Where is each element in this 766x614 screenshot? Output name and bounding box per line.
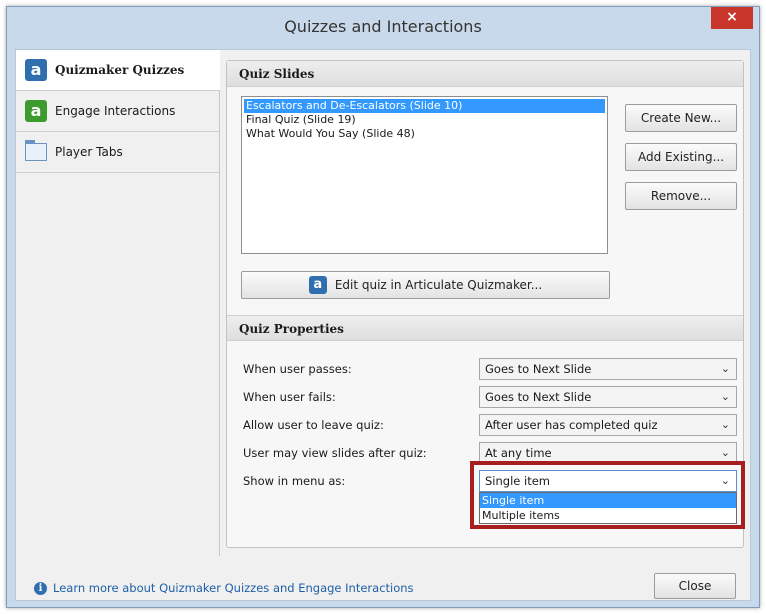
list-item[interactable]: Final Quiz (Slide 19) <box>244 113 605 127</box>
remove-button[interactable]: Remove... <box>625 182 737 210</box>
learn-more-text: Learn more about Quizmaker Quizzes and E… <box>53 581 414 595</box>
when-passes-select[interactable]: Goes to Next Slide ⌄ <box>479 358 737 380</box>
list-item[interactable]: What Would You Say (Slide 48) <box>244 127 605 141</box>
window-title: Quizzes and Interactions <box>284 17 482 36</box>
window-close-button[interactable]: × <box>711 7 753 29</box>
edit-button-label: Edit quiz in Articulate Quizmaker... <box>334 278 543 292</box>
sidebar: a Quizmaker Quizzes a Engage Interaction… <box>16 50 220 556</box>
when-fails-label: When user fails: <box>243 390 336 404</box>
chevron-down-icon: ⌄ <box>720 418 730 431</box>
quiz-slides-header: Quiz Slides <box>227 61 743 87</box>
main-panel: Quiz Slides Escalators and De-Escalators… <box>226 60 745 548</box>
select-value: Goes to Next Slide <box>485 362 592 376</box>
chevron-down-icon: ⌄ <box>720 446 730 459</box>
annotation-highlight-box <box>470 461 745 529</box>
add-existing-button[interactable]: Add Existing... <box>625 143 737 171</box>
sidebar-item-player-tabs[interactable]: Player Tabs <box>16 132 219 173</box>
list-item[interactable]: Escalators and De-Escalators (Slide 10) <box>244 99 605 113</box>
quizmaker-icon: a <box>308 276 327 294</box>
edit-in-quizmaker-button[interactable]: a Edit quiz in Articulate Quizmaker... <box>241 271 610 299</box>
chevron-down-icon: ⌄ <box>720 362 730 375</box>
title-bar: Quizzes and Interactions <box>7 7 759 47</box>
show-in-menu-label: Show in menu as: <box>243 474 346 488</box>
player-tabs-icon <box>25 140 47 161</box>
sidebar-item-label: Player Tabs <box>55 145 123 159</box>
learn-more-link[interactable]: i Learn more about Quizmaker Quizzes and… <box>34 581 414 595</box>
select-value: Goes to Next Slide <box>485 390 592 404</box>
quiz-properties-header: Quiz Properties <box>227 315 743 341</box>
sidebar-item-label: Quizmaker Quizzes <box>55 63 185 77</box>
select-value: At any time <box>485 446 552 460</box>
create-new-button[interactable]: Create New... <box>625 104 737 132</box>
view-after-label: User may view slides after quiz: <box>243 446 427 460</box>
sidebar-item-engage-interactions[interactable]: a Engage Interactions <box>16 91 219 132</box>
engage-icon: a <box>25 100 47 122</box>
dialog-client-area: a Quizmaker Quizzes a Engage Interaction… <box>15 49 751 601</box>
when-passes-label: When user passes: <box>243 362 352 376</box>
dialog-window: Quizzes and Interactions × a Quizmaker Q… <box>6 6 760 608</box>
sidebar-item-quizmaker-quizzes[interactable]: a Quizmaker Quizzes <box>16 50 220 91</box>
allow-leave-label: Allow user to leave quiz: <box>243 418 384 432</box>
allow-leave-select[interactable]: After user has completed quiz ⌄ <box>479 414 737 436</box>
chevron-down-icon: ⌄ <box>720 390 730 403</box>
select-value: After user has completed quiz <box>485 418 658 432</box>
quizmaker-icon: a <box>25 59 47 81</box>
info-icon: i <box>34 581 47 595</box>
sidebar-item-label: Engage Interactions <box>55 104 176 118</box>
quiz-slides-list[interactable]: Escalators and De-Escalators (Slide 10) … <box>241 96 608 254</box>
close-button[interactable]: Close <box>654 573 736 599</box>
when-fails-select[interactable]: Goes to Next Slide ⌄ <box>479 386 737 408</box>
